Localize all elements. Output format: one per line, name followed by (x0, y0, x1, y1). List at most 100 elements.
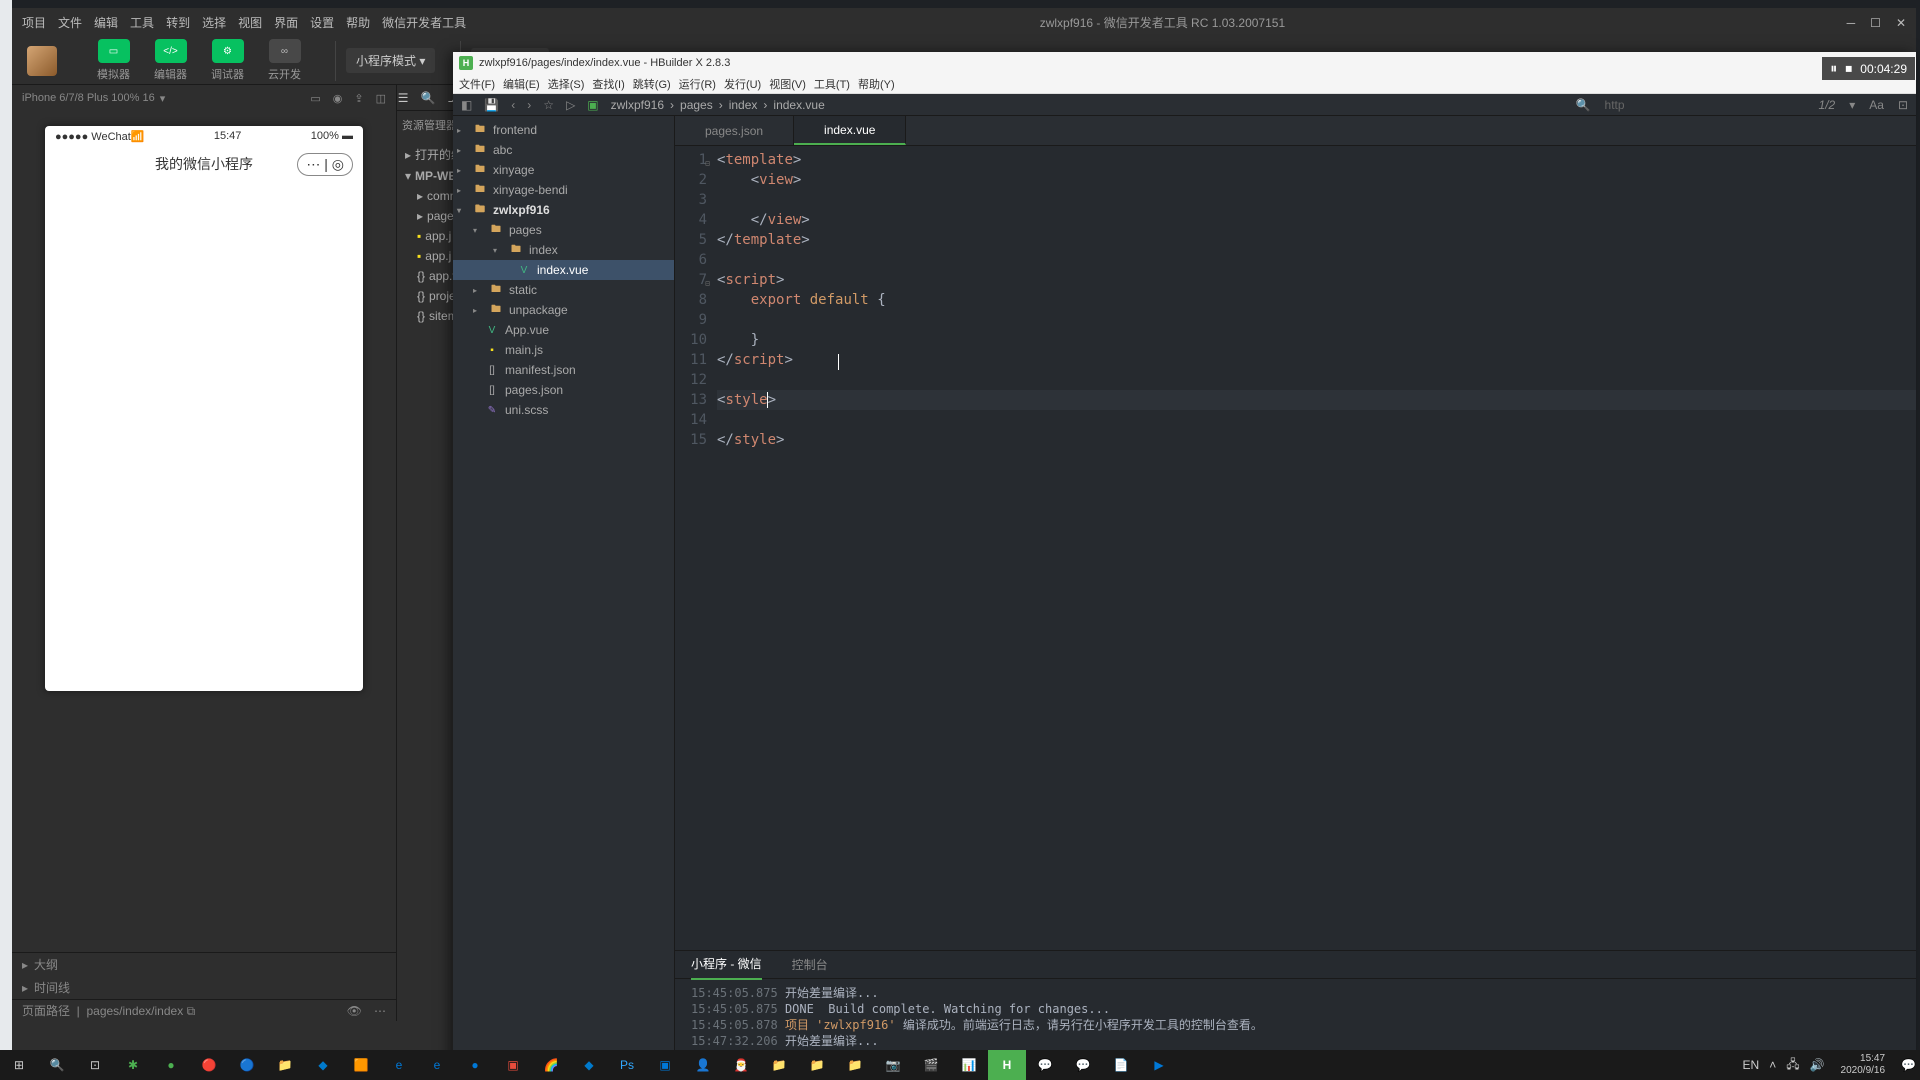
taskbar-folder[interactable]: 📁 (836, 1050, 874, 1080)
taskbar-app[interactable]: ◆ (570, 1050, 608, 1080)
record-icon[interactable]: ◉ (333, 92, 343, 105)
hb-menu-select[interactable]: 选择(S) (548, 76, 585, 92)
copy-icon[interactable]: ⧉ (187, 1004, 196, 1018)
minimize-icon[interactable]: ─ (1847, 16, 1856, 30)
tree-folder[interactable]: ▸🖿unpackage (453, 300, 674, 320)
search-icon[interactable]: 🔍 (420, 91, 435, 105)
terminal-icon[interactable]: ▣ (587, 98, 598, 112)
star-icon[interactable]: ☆ (543, 98, 554, 112)
device-select[interactable]: iPhone 6/7/8 Plus 100% 16 (22, 92, 155, 104)
hb-menu-run[interactable]: 运行(R) (679, 76, 716, 92)
hb-menu-help[interactable]: 帮助(Y) (858, 76, 895, 92)
taskbar-clock[interactable]: 15:47 2020/9/16 (1835, 1053, 1892, 1077)
forward-icon[interactable]: › (527, 98, 531, 112)
taskbar-app[interactable]: 📷 (874, 1050, 912, 1080)
timeline-panel[interactable]: ▸ 时间线 (12, 976, 396, 999)
menu-icon[interactable]: ☰ (398, 91, 409, 105)
tab-index-vue[interactable]: index.vue (794, 116, 906, 145)
volume-icon[interactable]: 🔊 (1810, 1058, 1825, 1072)
taskbar-folder[interactable]: 📁 (798, 1050, 836, 1080)
menu-dots-icon[interactable]: ⋯ (306, 156, 320, 173)
target-icon[interactable]: ◎ (332, 156, 344, 173)
tree-file[interactable]: ✎uni.scss (453, 400, 674, 420)
console-tab-terminal[interactable]: 控制台 (792, 950, 828, 979)
tree-file[interactable]: VApp.vue (453, 320, 674, 340)
share-icon[interactable]: ⇪ (354, 92, 363, 105)
taskbar-vscode[interactable]: ◆ (304, 1050, 342, 1080)
network-icon[interactable]: 🖧 (1786, 1055, 1799, 1076)
tree-file-active[interactable]: Vindex.vue (453, 260, 674, 280)
taskbar-app[interactable]: 🟧 (342, 1050, 380, 1080)
menu-project[interactable]: 项目 (22, 14, 46, 31)
taskbar-app[interactable]: 🎅 (722, 1050, 760, 1080)
taskbar-app[interactable]: 📁 (266, 1050, 304, 1080)
tree-folder[interactable]: ▸🖿static (453, 280, 674, 300)
tree-project-active[interactable]: ▾🖿zwlxpf916 (453, 200, 674, 220)
sidebar-toggle-icon[interactable]: ◧ (461, 98, 472, 112)
match-case-icon[interactable]: Aa (1869, 98, 1884, 112)
start-button[interactable]: ⊞ (0, 1050, 38, 1080)
search-input[interactable]: http (1605, 98, 1805, 112)
taskbar-app[interactable]: 🎬 (912, 1050, 950, 1080)
taskbar-app[interactable]: 📄 (1102, 1050, 1140, 1080)
tree-folder[interactable]: ▾🖿index (453, 240, 674, 260)
menu-file[interactable]: 文件 (58, 14, 82, 31)
more-icon[interactable]: ⋯ (374, 1004, 386, 1018)
tree-project[interactable]: ▸🖿xinyage-bendi (453, 180, 674, 200)
outline-panel[interactable]: ▸ 大纲 (12, 953, 396, 976)
menu-settings[interactable]: 设置 (310, 14, 334, 31)
save-icon[interactable]: 💾 (484, 98, 499, 112)
screenshot-icon[interactable]: ▭ (310, 92, 320, 105)
breadcrumb[interactable]: zwlxpf916 › pages › index › index.vue (611, 98, 825, 112)
hb-menu-edit[interactable]: 编辑(E) (503, 76, 540, 92)
phone-simulator[interactable]: ●●●●● WeChat📶 15:47 100% ▬ 我的微信小程序 ⋯ | ◎ (45, 126, 363, 691)
popout-icon[interactable]: ◫ (376, 92, 386, 105)
search-button[interactable]: 🔍 (38, 1050, 76, 1080)
taskbar-edge[interactable]: e (380, 1050, 418, 1080)
taskbar-app[interactable]: 🌈 (532, 1050, 570, 1080)
menu-select[interactable]: 选择 (202, 14, 226, 31)
search-icon[interactable]: 🔍 (1576, 98, 1591, 112)
taskbar-chrome[interactable]: 🔴 (190, 1050, 228, 1080)
taskbar-app[interactable]: ● (456, 1050, 494, 1080)
code-editor[interactable]: 1⊟23456 7⊟89101112 131415 <template> <vi… (675, 146, 1916, 950)
menu-view[interactable]: 视图 (238, 14, 262, 31)
tree-file[interactable]: []manifest.json (453, 360, 674, 380)
menu-edit[interactable]: 编辑 (94, 14, 118, 31)
notifications-icon[interactable]: 💬 (1901, 1058, 1916, 1072)
menu-wxdev[interactable]: 微信开发者工具 (382, 14, 466, 31)
taskbar-app[interactable]: ▣ (646, 1050, 684, 1080)
task-view-button[interactable]: ⊡ (76, 1050, 114, 1080)
tree-file[interactable]: []pages.json (453, 380, 674, 400)
taskbar-app[interactable]: 👤 (684, 1050, 722, 1080)
menu-goto[interactable]: 转到 (166, 14, 190, 31)
tree-project[interactable]: ▸🖿xinyage (453, 160, 674, 180)
taskbar-hbuilder[interactable]: H (988, 1050, 1026, 1080)
mode-select[interactable]: 小程序模式 ▾ (346, 48, 435, 73)
hb-menu-find[interactable]: 查找(I) (592, 76, 624, 92)
close-icon[interactable]: ✕ (1896, 16, 1906, 30)
cloud-button[interactable]: ∞ (269, 39, 301, 63)
menu-tool[interactable]: 工具 (130, 14, 154, 31)
pause-button[interactable]: ⏸ (1830, 60, 1837, 77)
ime-indicator[interactable]: EN (1743, 1058, 1760, 1072)
console-tab-wechat[interactable]: 小程序 - 微信 (691, 949, 762, 980)
eye-icon[interactable]: 👁 (347, 1004, 362, 1018)
taskbar-app[interactable]: ✱ (114, 1050, 152, 1080)
taskbar-app[interactable]: 🔵 (228, 1050, 266, 1080)
play-icon[interactable]: ▷ (566, 98, 575, 112)
tree-file[interactable]: ▪main.js (453, 340, 674, 360)
hb-menu-file[interactable]: 文件(F) (459, 76, 495, 92)
taskbar-ie[interactable]: e (418, 1050, 456, 1080)
user-avatar[interactable] (27, 46, 57, 76)
tab-pages-json[interactable]: pages.json (675, 116, 794, 145)
hb-menu-view[interactable]: 视图(V) (769, 76, 806, 92)
editor-button[interactable]: </> (155, 39, 187, 63)
taskbar-app[interactable]: ● (152, 1050, 190, 1080)
debugger-button[interactable]: ⚙ (212, 39, 244, 63)
maximize-icon[interactable]: ☐ (1870, 16, 1881, 30)
tree-folder[interactable]: ▾🖿pages (453, 220, 674, 240)
taskbar-app[interactable]: 📊 (950, 1050, 988, 1080)
taskbar-app[interactable]: ▶ (1140, 1050, 1178, 1080)
taskbar-photoshop[interactable]: Ps (608, 1050, 646, 1080)
